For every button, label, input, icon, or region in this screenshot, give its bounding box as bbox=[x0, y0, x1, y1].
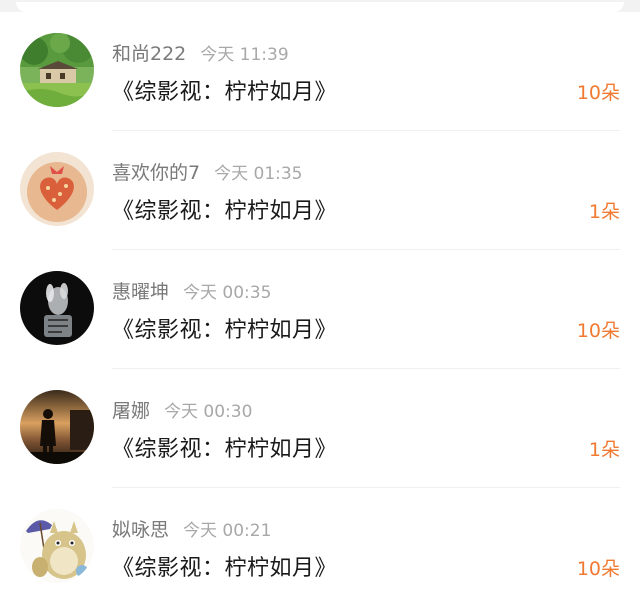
gift-row[interactable]: 和尚222 今天 11:39 《综影视：柠柠如月》 10朵 bbox=[0, 12, 640, 131]
book-title[interactable]: 《综影视：柠柠如月》 bbox=[112, 74, 337, 106]
heart-cookie-avatar-image bbox=[20, 152, 94, 226]
book-title[interactable]: 《综影视：柠柠如月》 bbox=[112, 550, 337, 582]
gift-amount: 10朵 bbox=[576, 82, 620, 104]
book-title[interactable]: 《综影视：柠柠如月》 bbox=[112, 431, 337, 463]
book-title[interactable]: 《综影视：柠柠如月》 bbox=[112, 193, 337, 225]
sunset-silhouette-avatar-image bbox=[20, 390, 94, 464]
row-meta: 屠娜 今天 00:30 bbox=[112, 396, 252, 423]
top-card-edge bbox=[0, 0, 640, 12]
timestamp: 今天 01:35 bbox=[214, 164, 303, 184]
timestamp: 今天 00:35 bbox=[183, 283, 272, 303]
username[interactable]: 喜欢你的7 bbox=[112, 162, 200, 184]
timestamp: 今天 00:21 bbox=[183, 521, 272, 541]
username[interactable]: 姒咏思 bbox=[112, 519, 169, 541]
gift-amount: 10朵 bbox=[576, 320, 620, 342]
row-meta: 和尚222 今天 11:39 bbox=[112, 39, 289, 66]
house-landscape-avatar-image bbox=[20, 33, 94, 107]
totoro-avatar-image bbox=[20, 509, 94, 583]
gift-amount: 1朵 bbox=[588, 201, 620, 223]
gift-amount: 1朵 bbox=[588, 439, 620, 461]
avatar[interactable] bbox=[20, 271, 94, 345]
gift-amount: 10朵 bbox=[576, 558, 620, 580]
username[interactable]: 和尚222 bbox=[112, 43, 186, 65]
row-meta: 喜欢你的7 今天 01:35 bbox=[112, 158, 303, 185]
timestamp: 今天 11:39 bbox=[200, 45, 289, 65]
row-meta: 姒咏思 今天 00:21 bbox=[112, 515, 271, 542]
book-title[interactable]: 《综影视：柠柠如月》 bbox=[112, 312, 337, 344]
gift-list: 和尚222 今天 11:39 《综影视：柠柠如月》 10朵 喜欢你的7 今天 01:… bbox=[0, 12, 640, 607]
username[interactable]: 惠曜坤 bbox=[112, 281, 169, 303]
avatar[interactable] bbox=[20, 33, 94, 107]
glass-figurine-avatar-image bbox=[20, 271, 94, 345]
username[interactable]: 屠娜 bbox=[112, 400, 150, 422]
row-meta: 惠曜坤 今天 00:35 bbox=[112, 277, 271, 304]
gift-row[interactable]: 惠曜坤 今天 00:35 《综影视：柠柠如月》 10朵 bbox=[0, 250, 640, 369]
avatar[interactable] bbox=[20, 152, 94, 226]
gift-row[interactable]: 姒咏思 今天 00:21 《综影视：柠柠如月》 10朵 bbox=[0, 488, 640, 607]
avatar[interactable] bbox=[20, 390, 94, 464]
gift-row[interactable]: 喜欢你的7 今天 01:35 《综影视：柠柠如月》 1朵 bbox=[0, 131, 640, 250]
timestamp: 今天 00:30 bbox=[164, 402, 253, 422]
gift-row[interactable]: 屠娜 今天 00:30 《综影视：柠柠如月》 1朵 bbox=[0, 369, 640, 488]
avatar[interactable] bbox=[20, 509, 94, 583]
